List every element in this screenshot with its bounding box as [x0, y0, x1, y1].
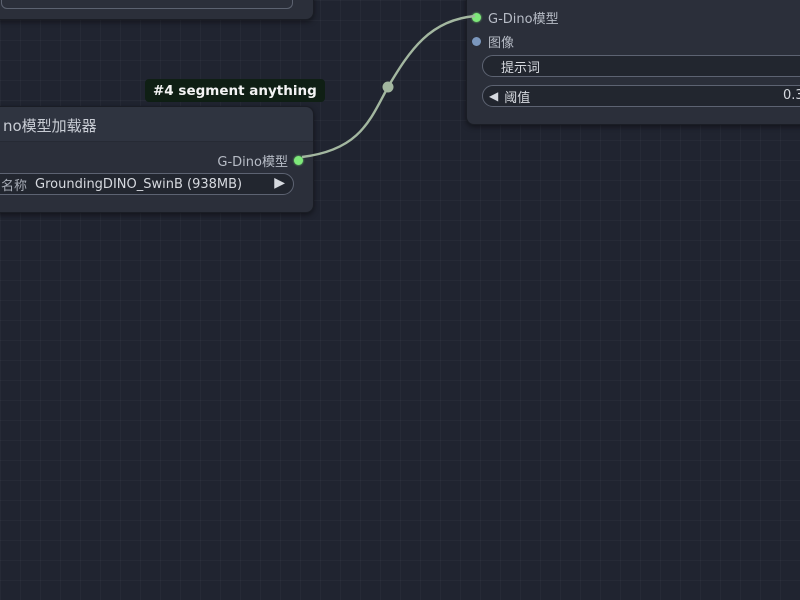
input-slot-image[interactable]: 图像: [472, 32, 514, 51]
threshold-label: 阈值: [504, 90, 531, 106]
threshold-value: 0.3: [783, 88, 800, 103]
prompt-text-field[interactable]: 提示词: [482, 55, 800, 77]
input-slot-gdino[interactable]: G-Dino模型: [472, 8, 559, 27]
node-title: no模型加载器: [3, 117, 97, 135]
graph-canvas[interactable]: #4 segment anything no模型加载器 G-Dino模型 名称 …: [0, 0, 800, 600]
input-connector-dot[interactable]: [472, 13, 481, 22]
output-slot-gdino[interactable]: G-Dino模型: [217, 151, 303, 170]
model-name-combo[interactable]: 名称 GroundingDINO_SwinB (938MB) ▶: [0, 173, 294, 195]
input-slot-label: 图像: [488, 36, 515, 51]
gdino-loader-node[interactable]: no模型加载器 G-Dino模型: [0, 106, 314, 213]
group-badge-label: #4 segment anything: [153, 82, 317, 99]
model-name-label: 名称: [1, 178, 28, 194]
link-curve[interactable]: [301, 14, 476, 159]
partial-node-top[interactable]: [0, 0, 314, 20]
partial-node-widget[interactable]: [1, 0, 293, 9]
input-slot-label: G-Dino模型: [488, 12, 559, 27]
output-slot-label: G-Dino模型: [217, 155, 288, 170]
triangle-left-icon[interactable]: ◀: [489, 89, 498, 103]
model-name-value: GroundingDINO_SwinB (938MB): [35, 176, 243, 192]
node-title-bar[interactable]: no模型加载器: [0, 107, 313, 142]
triangle-right-icon[interactable]: ▶: [274, 175, 285, 191]
prompt-label: 提示词: [501, 60, 541, 76]
output-connector-dot[interactable]: [294, 156, 303, 165]
group-badge[interactable]: #4 segment anything: [145, 79, 325, 102]
link-midpoint-handle[interactable]: [382, 81, 394, 93]
input-connector-dot[interactable]: [472, 37, 481, 46]
threshold-number-widget[interactable]: ◀ 阈值 0.3: [482, 85, 800, 107]
